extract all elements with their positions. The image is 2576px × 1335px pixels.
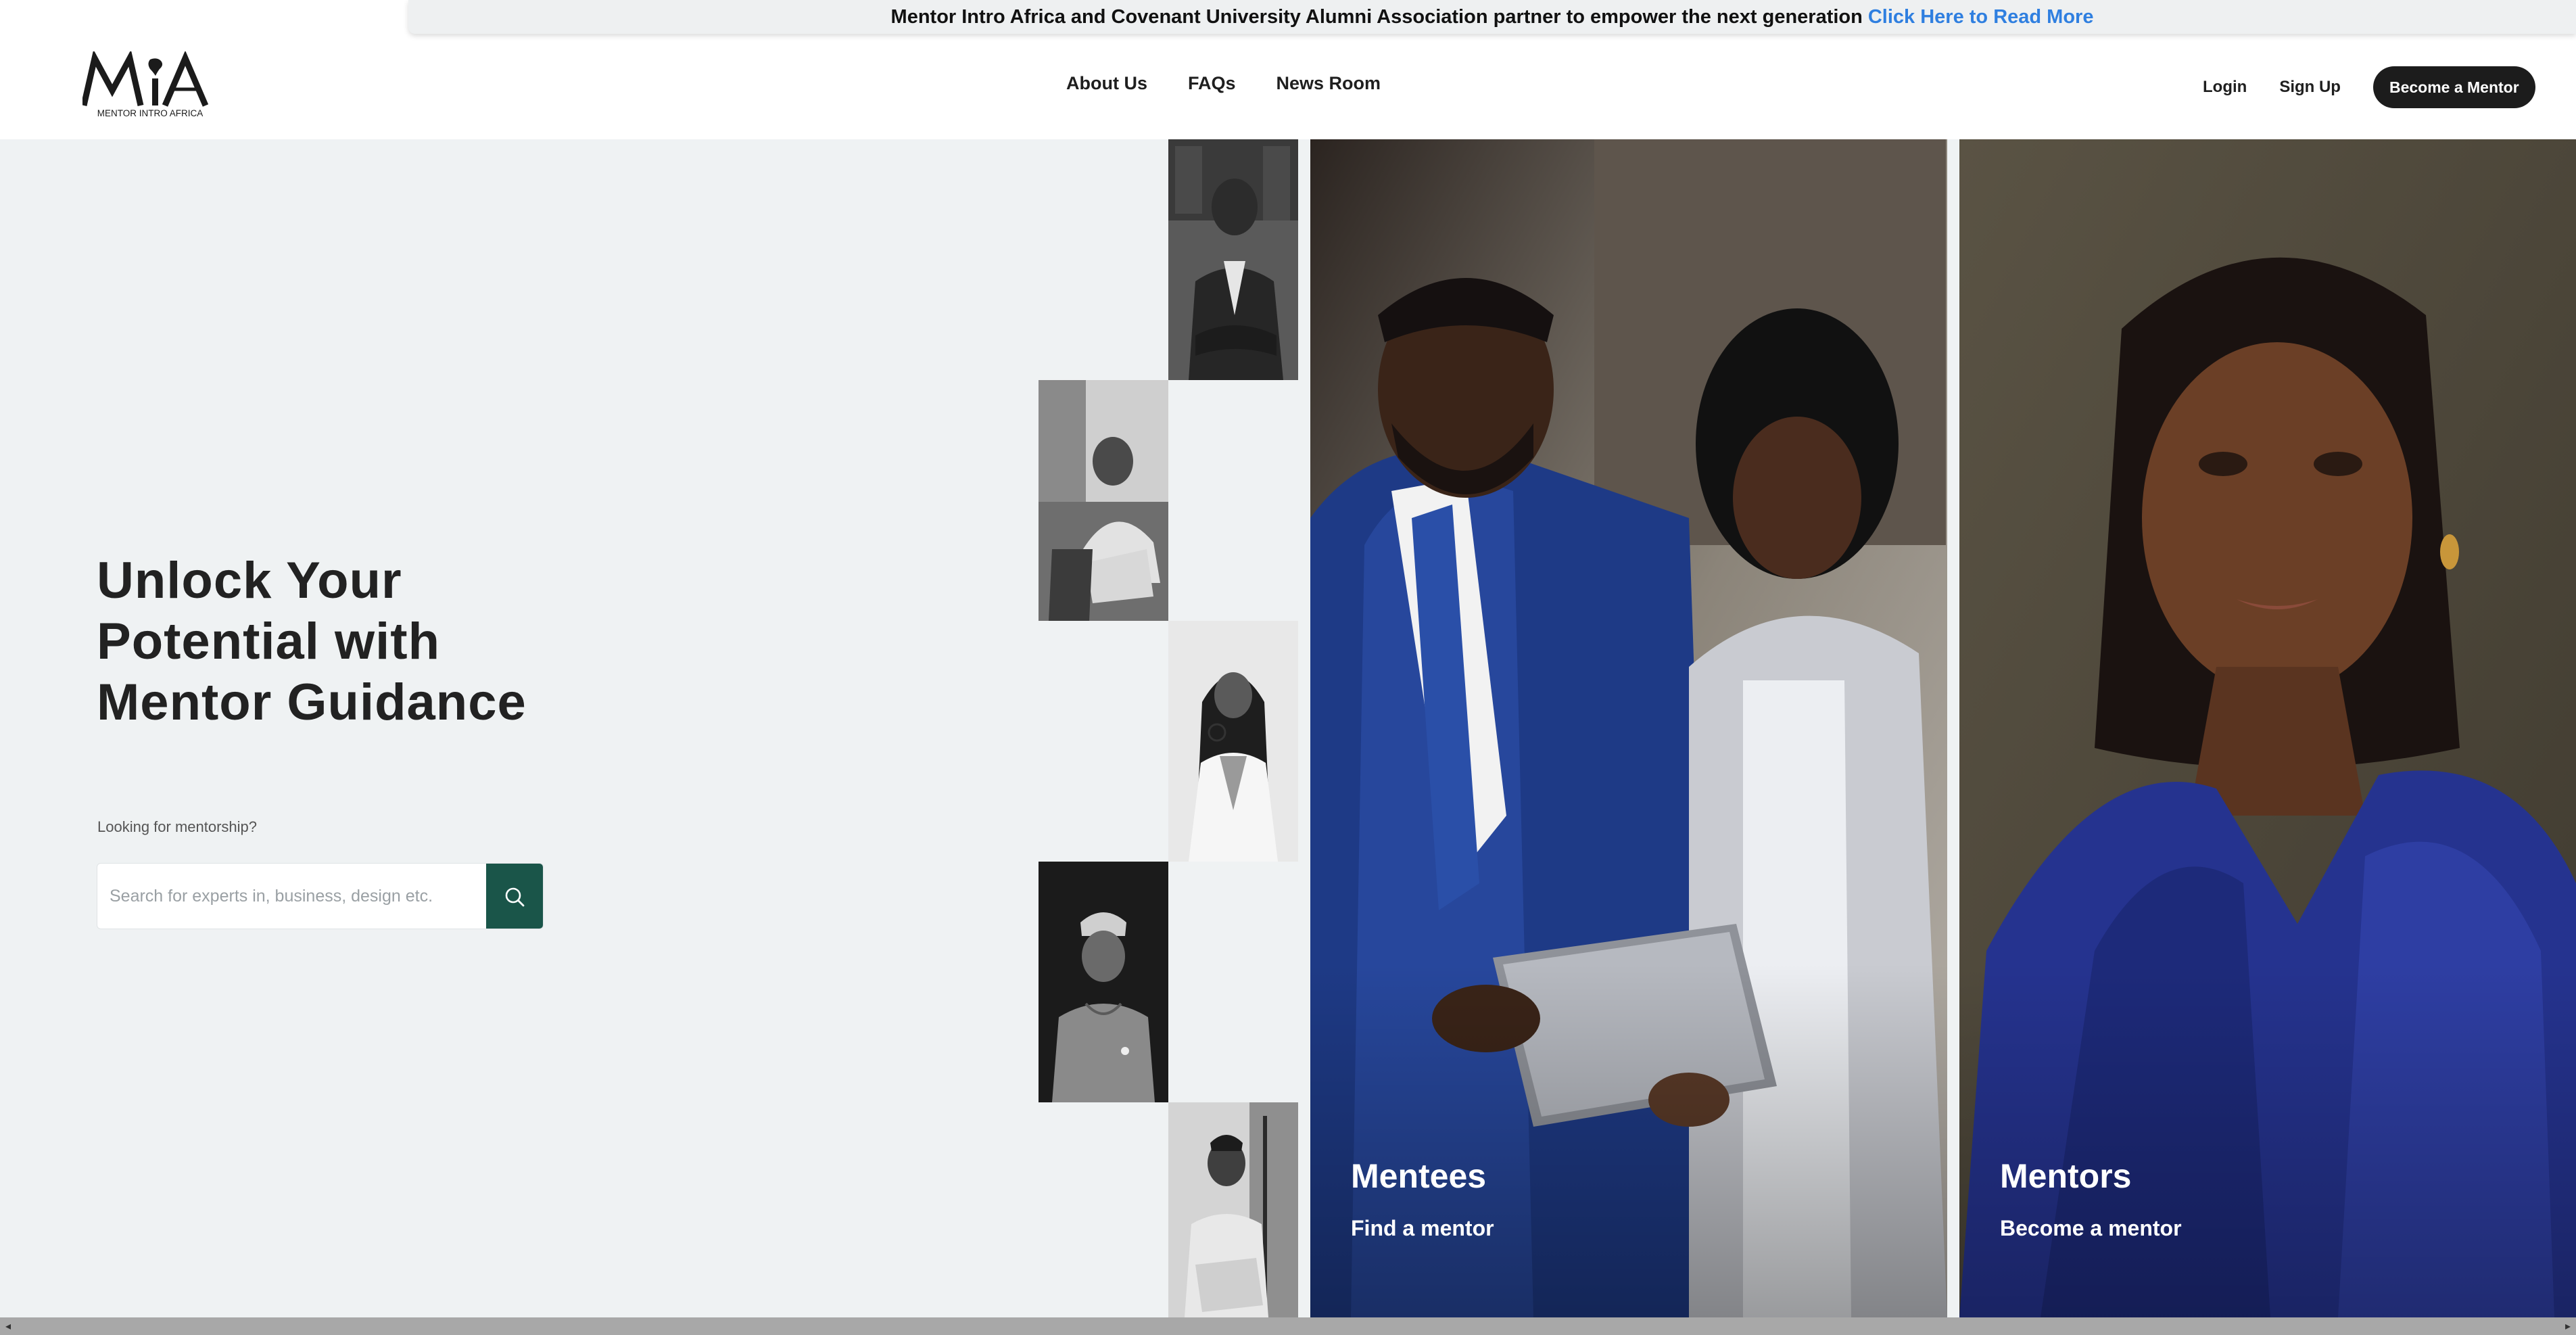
mentor-photo-4 xyxy=(1039,862,1168,1102)
nav-news-room[interactable]: News Room xyxy=(1277,73,1381,94)
search-button[interactable] xyxy=(486,864,543,929)
search-input[interactable] xyxy=(97,864,486,929)
become-mentor-link[interactable]: Become a mentor xyxy=(2000,1216,2182,1241)
mentor-photo-5 xyxy=(1168,1102,1298,1317)
search-bar xyxy=(97,863,544,929)
chevron-left-icon[interactable]: ◂ xyxy=(5,1319,11,1333)
chevron-right-icon[interactable]: ▸ xyxy=(2565,1319,2571,1333)
hero-headline: Unlock Your Potential with Mentor Guidan… xyxy=(97,552,527,731)
signup-link[interactable]: Sign Up xyxy=(2279,78,2341,97)
auth-actions: Login Sign Up Become a Mentor xyxy=(2203,66,2535,108)
mentors-title: Mentors xyxy=(2000,1157,2132,1195)
login-link[interactable]: Login xyxy=(2203,78,2247,97)
mentees-photo xyxy=(1310,139,1947,1317)
mentees-card[interactable]: Mentees Find a mentor xyxy=(1310,139,1947,1317)
become-mentor-button[interactable]: Become a Mentor xyxy=(2372,66,2535,108)
nav-about-us[interactable]: About Us xyxy=(1066,73,1147,94)
mentor-photo-2 xyxy=(1039,380,1168,621)
hero-section: Unlock Your Potential with Mentor Guidan… xyxy=(0,139,2576,1317)
logo[interactable]: MENTOR INTRO AFRICA xyxy=(80,49,218,118)
find-mentor-link[interactable]: Find a mentor xyxy=(1351,1216,1494,1241)
announcement-link[interactable]: Click Here to Read More xyxy=(1868,6,2094,28)
announcement-bar: Mentor Intro Africa and Covenant Univers… xyxy=(408,0,2576,34)
mentors-card[interactable]: Mentors Become a mentor xyxy=(1959,139,2576,1317)
hero-subtitle: Looking for mentorship? xyxy=(97,818,258,835)
mentors-photo xyxy=(1959,139,2576,1317)
logo-mark-icon: MENTOR INTRO AFRICA xyxy=(80,49,209,118)
main-nav: About Us FAQs News Room xyxy=(1066,73,1381,94)
mentor-photo-1 xyxy=(1168,139,1298,380)
search-icon xyxy=(505,887,525,907)
logo-caption: MENTOR INTRO AFRICA xyxy=(97,108,204,118)
nav-faqs[interactable]: FAQs xyxy=(1188,73,1236,94)
announcement-text: Mentor Intro Africa and Covenant Univers… xyxy=(890,5,1863,28)
page: Mentor Intro Africa and Covenant Univers… xyxy=(0,0,2576,1335)
horizontal-scrollbar[interactable]: ◂ ▸ xyxy=(0,1317,2576,1335)
mentees-title: Mentees xyxy=(1351,1157,1487,1195)
mentor-photo-3 xyxy=(1168,621,1298,862)
